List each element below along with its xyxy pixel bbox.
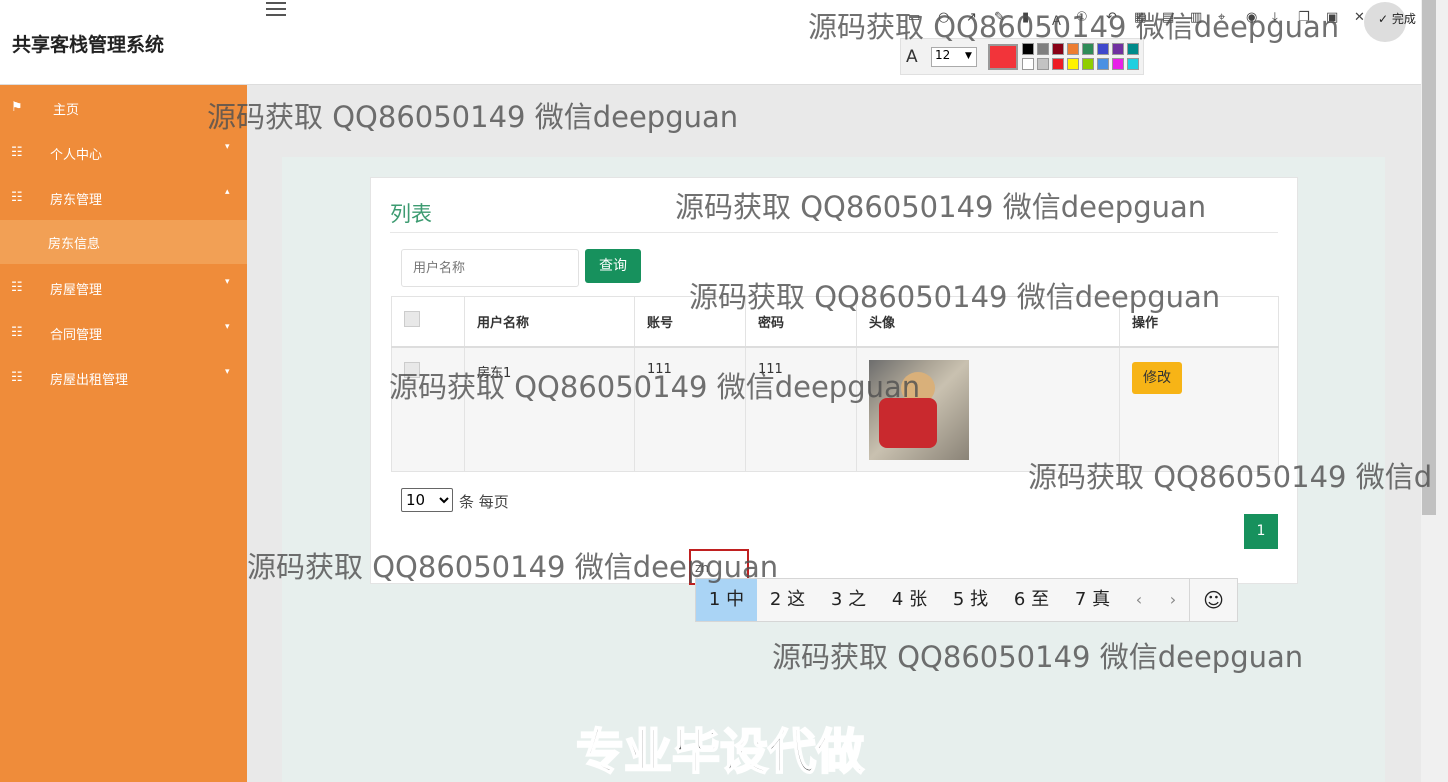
page-title: 列表 bbox=[390, 202, 432, 226]
ime-candidate[interactable]: 4 张 bbox=[879, 579, 940, 621]
color-swatch[interactable] bbox=[1112, 58, 1124, 70]
grid-icon: ☷ bbox=[11, 280, 23, 295]
font-icon: A bbox=[906, 47, 918, 67]
watermark: 源码获取 QQ86050149 微信deepguan bbox=[689, 280, 1221, 314]
done-label: 完成 bbox=[1391, 12, 1416, 26]
sidebar: ⚑ 主页 ☷ 个人中心 ▾ ☷ 房东管理 ▴ 房东信息 ☷ 房屋管理 ▾ ☷ 合… bbox=[0, 85, 247, 782]
app-title: 共享客栈管理系统 bbox=[12, 34, 165, 56]
color-swatch[interactable] bbox=[1082, 58, 1094, 70]
flag-icon: ⚑ bbox=[11, 100, 23, 115]
watermark: 源码获取 QQ86050149 微信deepguan bbox=[389, 370, 921, 404]
chevron-left-icon[interactable]: ‹ bbox=[1123, 579, 1155, 621]
sidebar-item-contract-management[interactable]: ☷ 合同管理 ▾ bbox=[0, 310, 247, 355]
chevron-down-icon: ▾ bbox=[225, 367, 230, 377]
watermark: 源码获取 QQ86050149 微信deepguan bbox=[808, 10, 1340, 44]
chevron-down-icon: ▾ bbox=[225, 277, 230, 287]
divider bbox=[390, 232, 1278, 233]
vertical-scrollbar[interactable] bbox=[1421, 0, 1448, 782]
scrollbar-thumb[interactable] bbox=[1422, 0, 1436, 515]
promo-watermark: 专业毕设代做 bbox=[575, 723, 865, 781]
edit-button[interactable]: 修改 bbox=[1132, 361, 1182, 394]
page-size-select[interactable]: 10 bbox=[401, 488, 453, 512]
done-button[interactable]: ✓ 完成 bbox=[1378, 10, 1416, 27]
select-all-header[interactable] bbox=[391, 296, 465, 348]
sidebar-item-landlord-management[interactable]: ☷ 房东管理 ▴ bbox=[0, 175, 247, 220]
action-cell: 修改 bbox=[1119, 346, 1279, 472]
sidebar-item-label: 房东管理 bbox=[50, 193, 103, 208]
grid-icon: ☷ bbox=[11, 190, 23, 205]
chevron-right-icon[interactable]: › bbox=[1157, 579, 1189, 621]
sidebar-item-label: 个人中心 bbox=[50, 148, 103, 163]
chevron-down-icon: ▾ bbox=[225, 142, 230, 152]
sidebar-item-rental-management[interactable]: ☷ 房屋出租管理 ▾ bbox=[0, 355, 247, 400]
color-swatch[interactable] bbox=[1037, 58, 1049, 70]
chevron-down-icon: ▼ bbox=[965, 51, 972, 61]
chevron-down-icon: ▾ bbox=[225, 322, 230, 332]
sidebar-subitem-label: 房东信息 bbox=[48, 237, 101, 252]
check-icon: ✓ bbox=[1378, 12, 1389, 26]
sidebar-item-label: 房屋管理 bbox=[50, 283, 103, 298]
watermark: 源码获取 QQ86050149 微信deepguan bbox=[675, 190, 1207, 224]
grid-icon: ☷ bbox=[11, 145, 23, 160]
chevron-up-icon: ▴ bbox=[225, 187, 230, 197]
color-swatch[interactable] bbox=[1097, 58, 1109, 70]
emoji-icon[interactable]: ☺ bbox=[1189, 579, 1237, 621]
sidebar-item-label: 主页 bbox=[53, 103, 80, 118]
ime-candidate[interactable]: 7 真 bbox=[1062, 579, 1123, 621]
color-swatch[interactable] bbox=[1067, 58, 1079, 70]
current-color-swatch[interactable] bbox=[988, 44, 1018, 70]
sidebar-item-personal-center[interactable]: ☷ 个人中心 ▾ bbox=[0, 130, 247, 175]
font-size-select[interactable]: 12 ▼ bbox=[931, 47, 977, 67]
sidebar-item-label: 房屋出租管理 bbox=[50, 373, 129, 388]
per-page-label: 条 每页 bbox=[459, 493, 509, 511]
column-header: 用户名称 bbox=[464, 296, 635, 348]
color-swatch[interactable] bbox=[1052, 58, 1064, 70]
grid-icon: ☷ bbox=[11, 325, 23, 340]
sidebar-item-label: 合同管理 bbox=[50, 328, 103, 343]
close-icon[interactable]: ✕ bbox=[1354, 10, 1365, 25]
watermark: 源码获取 QQ86050149 微信d bbox=[1028, 460, 1433, 494]
select-all-checkbox[interactable] bbox=[404, 311, 420, 328]
menu-toggle-icon[interactable] bbox=[266, 2, 286, 18]
color-swatch[interactable] bbox=[1127, 58, 1139, 70]
ime-candidate[interactable]: 5 找 bbox=[940, 579, 1001, 621]
watermark: 源码获取 QQ86050149 微信deepguan bbox=[207, 100, 739, 134]
grid-icon: ☷ bbox=[11, 370, 23, 385]
search-input[interactable] bbox=[401, 249, 579, 287]
watermark: 源码获取 QQ86050149 微信deepguan bbox=[772, 640, 1304, 674]
sidebar-item-house-management[interactable]: ☷ 房屋管理 ▾ bbox=[0, 265, 247, 310]
watermark: 源码获取 QQ86050149 微信deepguan bbox=[247, 550, 779, 584]
sidebar-subitem-landlord-info[interactable]: 房东信息 bbox=[0, 220, 247, 264]
ime-candidate[interactable]: 3 之 bbox=[818, 579, 879, 621]
font-size-value: 12 bbox=[935, 48, 951, 62]
ime-candidate[interactable]: 6 至 bbox=[1001, 579, 1062, 621]
pagination-page[interactable]: 1 bbox=[1244, 514, 1278, 549]
search-button[interactable]: 查询 bbox=[585, 249, 641, 283]
color-swatch[interactable] bbox=[1022, 58, 1034, 70]
